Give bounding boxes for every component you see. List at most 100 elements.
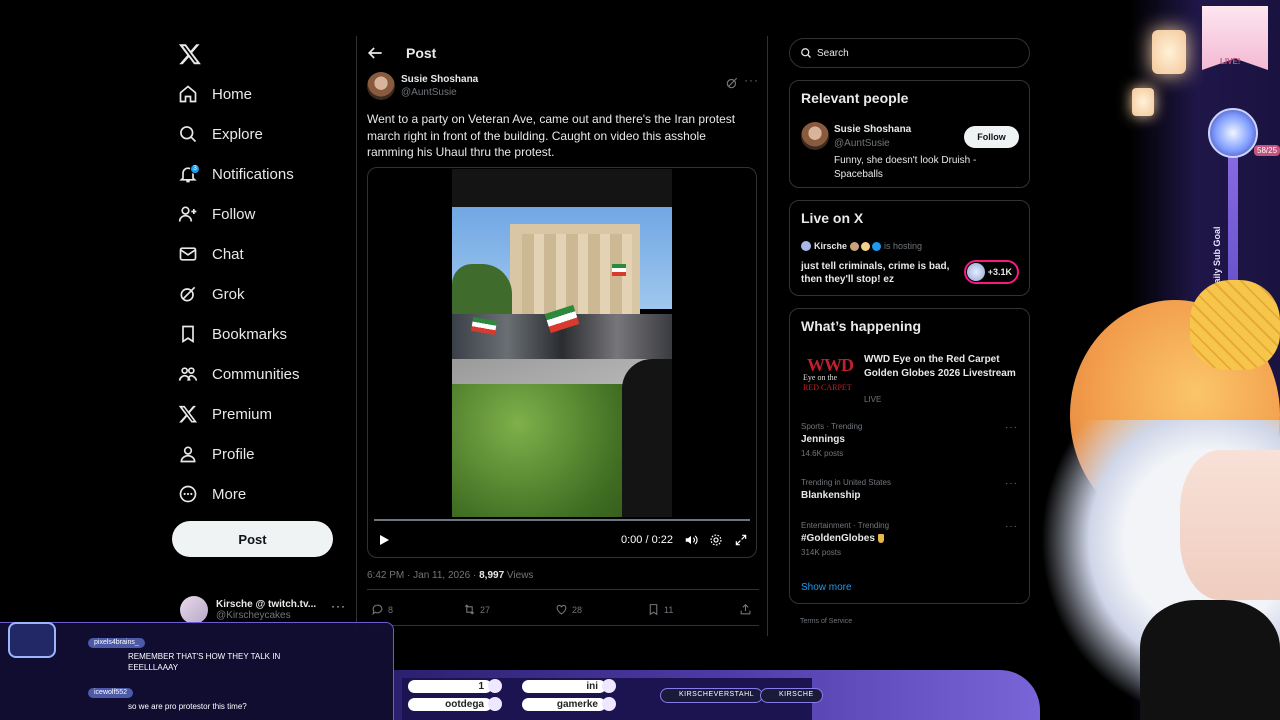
stream-overlay-right: LIVE! 58/25 Daily Sub Goal (1040, 0, 1280, 720)
live-listeners-pill[interactable]: +3.1K (964, 260, 1019, 284)
relevant-handle[interactable]: @AuntSusie (834, 138, 890, 149)
lantern-icon (1132, 88, 1154, 116)
live-space-title[interactable]: just tell criminals, crime is bad, then … (801, 260, 951, 286)
follow-button[interactable]: Follow (964, 126, 1019, 148)
search-bar[interactable]: Search (789, 38, 1030, 68)
discord-social: KIRSCHE (760, 688, 823, 703)
search-input[interactable]: Search (817, 48, 849, 59)
nav-notifications-label: Notifications (212, 165, 294, 183)
account-name: Kirsche @ twitch.tv... (216, 599, 317, 610)
more-circle-icon (179, 485, 197, 503)
post-header: Post (357, 36, 767, 70)
trend-item[interactable]: Entertainment · Trending #GoldenGlobes 3… (801, 521, 1021, 557)
author-avatar[interactable] (367, 72, 395, 100)
reply-icon (372, 604, 383, 616)
nav-chat-label: Chat (212, 245, 244, 263)
event-title[interactable]: WWD Eye on the Red Carpet Golden Globes … (864, 353, 1024, 381)
nav-communities[interactable]: Communities (178, 359, 300, 389)
person-plus-icon (178, 206, 197, 222)
play-icon[interactable] (378, 534, 390, 546)
back-arrow-icon[interactable] (365, 43, 385, 63)
account-avatar (180, 596, 208, 624)
notification-badge: 3 (190, 164, 200, 174)
alert-slot: gamerke (522, 698, 606, 711)
show-more-link[interactable]: Show more (801, 582, 852, 593)
tweet-actions: 8 27 28 11 (371, 603, 761, 619)
reply-count: 8 (388, 604, 394, 615)
video-time: 0:00 / 0:22 (621, 534, 673, 546)
repost-icon (464, 604, 475, 615)
live-host-row[interactable]: Kirsche is hosting (801, 241, 922, 251)
nav-more[interactable]: More (178, 479, 246, 509)
vtuber-hat (1070, 300, 1280, 530)
grok-icon (180, 286, 196, 302)
like-button[interactable]: 28 (555, 603, 582, 616)
trend-more-icon[interactable]: ··· (1005, 521, 1018, 532)
volume-icon[interactable] (684, 533, 698, 547)
chat-decoration (0, 582, 80, 682)
divider (367, 589, 759, 590)
vtuber-hair (1040, 420, 1280, 720)
trend-context: Sports · Trending (801, 422, 863, 431)
whats-happening-card: What’s happening WWD Eye on the RED CARP… (789, 308, 1030, 604)
nav-explore[interactable]: Explore (178, 119, 263, 149)
nav-profile[interactable]: Profile (178, 439, 255, 469)
terms-link[interactable]: Terms of Service (800, 618, 852, 625)
share-button[interactable] (739, 603, 756, 616)
heart-icon (488, 679, 502, 693)
main-column: Post Susie Shoshana @AuntSusie ··· Went … (356, 36, 768, 636)
left-navigation: Home Explore 3 Notifications Follow Chat… (168, 32, 348, 632)
trend-item[interactable]: Trending in United States Blankenship ··… (801, 478, 1021, 501)
nav-follow[interactable]: Follow (178, 199, 255, 229)
nav-premium[interactable]: Premium (178, 399, 272, 429)
relevant-avatar[interactable] (801, 122, 829, 150)
communities-icon (178, 367, 198, 381)
nav-profile-label: Profile (212, 445, 255, 463)
overlay-background (1130, 0, 1280, 720)
post-button[interactable]: Post (172, 521, 333, 557)
nav-bookmarks[interactable]: Bookmarks (178, 319, 287, 349)
tweet-meta: 6:42 PM · Jan 11, 2026 · 8,997 Views (367, 570, 533, 581)
tweet-text: Went to a party on Veteran Ave, came out… (367, 112, 736, 159)
tweet-more-icon[interactable]: ··· (744, 73, 759, 87)
cat-box-icon (8, 622, 56, 658)
relevant-name[interactable]: Susie Shoshana (834, 124, 911, 135)
live-title: Live on X (801, 210, 864, 226)
stream-bottom-bar: 1 ootdega ini gamerke KIRSCHEVERSTAHL KI… (394, 662, 1040, 720)
x-logo-icon[interactable] (178, 42, 202, 66)
search-icon (801, 48, 811, 58)
trend-posts: 314K posts (801, 548, 842, 557)
chat-username: pixels4brains_ (88, 638, 145, 648)
trend-more-icon[interactable]: ··· (1005, 478, 1018, 489)
trend-more-icon[interactable]: ··· (1005, 422, 1018, 433)
author-handle[interactable]: @AuntSusie (401, 87, 457, 98)
chat-text: so we are pro protestor this time? (128, 702, 247, 711)
x-logo-icon (178, 405, 198, 423)
nav-follow-label: Follow (212, 205, 256, 223)
nav-grok[interactable]: Grok (178, 279, 245, 309)
fullscreen-icon[interactable] (734, 533, 748, 547)
repost-button[interactable]: 27 (463, 603, 490, 616)
trend-item[interactable]: Sports · Trending Jennings 14.6K posts ·… (801, 422, 1021, 458)
nav-notifications[interactable]: 3 Notifications (178, 159, 294, 189)
tweet-author: Susie Shoshana @AuntSusie ··· (367, 72, 759, 104)
video-progress-bar[interactable] (374, 519, 750, 521)
tweet-timestamp[interactable]: 6:42 PM · Jan 11, 2026 · (367, 570, 479, 581)
event-thumbnail[interactable]: WWD Eye on the RED CARPET (801, 355, 856, 399)
chat-username: icewolf552 (88, 688, 134, 698)
nav-chat[interactable]: Chat (178, 239, 244, 269)
nav-home[interactable]: Home (178, 79, 252, 109)
account-more-icon[interactable]: ··· (331, 599, 346, 613)
lantern-icon (1152, 30, 1186, 74)
author-name[interactable]: Susie Shoshana (401, 74, 478, 85)
settings-gear-icon[interactable] (709, 533, 723, 547)
whats-happening-title: What’s happening (801, 318, 922, 334)
video-player[interactable]: 0:00 / 0:22 (367, 167, 757, 558)
home-icon (179, 85, 197, 103)
trend-context: Entertainment · Trending (801, 521, 890, 530)
trend-title: #GoldenGlobes (801, 533, 1021, 544)
bookmark-button[interactable]: 11 (647, 603, 673, 616)
reply-button[interactable]: 8 (371, 603, 393, 616)
nav-grok-label: Grok (212, 285, 245, 303)
grok-icon[interactable] (725, 76, 739, 90)
